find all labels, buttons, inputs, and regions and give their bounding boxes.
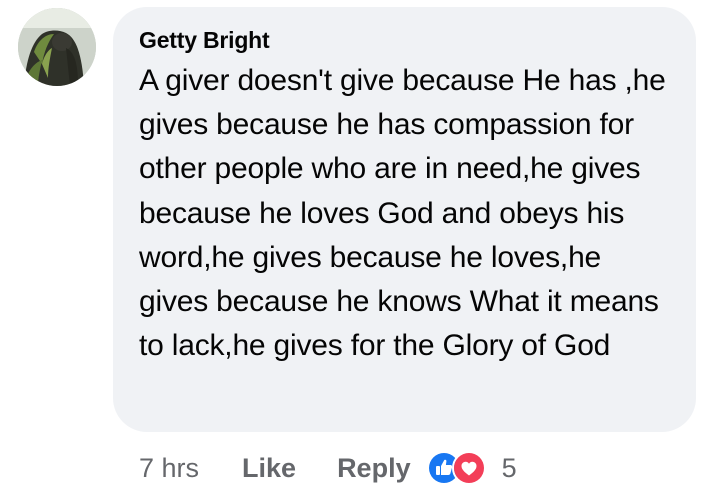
comment-text: A giver doesn't give because He has ,he … — [139, 64, 666, 363]
comment-actions: 7 hrs Like Reply 5 — [139, 448, 517, 488]
reaction-summary[interactable] — [426, 451, 486, 485]
reaction-count[interactable]: 5 — [502, 453, 517, 484]
comment-bubble: Getty Bright A giver doesn't give becaus… — [113, 7, 696, 432]
comment-author-name[interactable]: Getty Bright — [139, 25, 670, 55]
reply-button[interactable]: Reply — [337, 453, 411, 484]
author-avatar[interactable] — [18, 8, 96, 86]
love-reaction-icon — [451, 451, 486, 485]
avatar-image — [18, 8, 96, 86]
like-button[interactable]: Like — [242, 453, 296, 484]
comment-timestamp[interactable]: 7 hrs — [139, 453, 199, 484]
